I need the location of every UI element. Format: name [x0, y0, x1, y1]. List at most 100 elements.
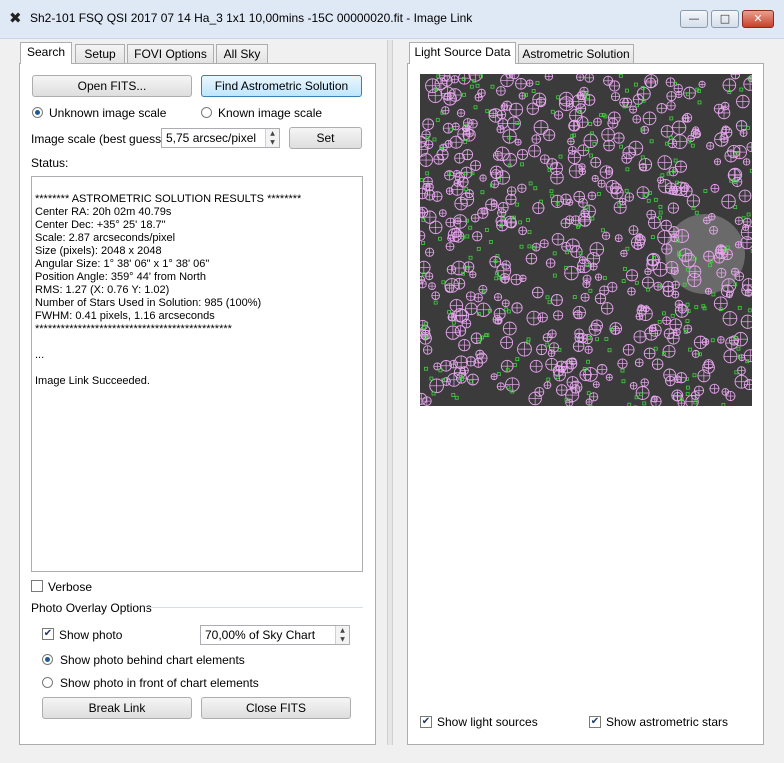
light-source-marker: [505, 193, 517, 205]
astrometric-star-marker: [685, 392, 690, 396]
close-fits-button[interactable]: Close FITS: [201, 697, 351, 719]
light-source-marker: [672, 392, 683, 402]
photo-front-radio[interactable]: [42, 677, 53, 688]
light-source-marker: [619, 97, 629, 108]
astrometric-star-marker: [468, 379, 473, 384]
astrometric-star-marker: [710, 338, 715, 343]
light-source-marker: [502, 321, 517, 336]
break-link-button[interactable]: Break Link: [42, 697, 192, 719]
light-source-marker: [545, 258, 556, 268]
light-source-marker: [550, 170, 564, 185]
light-source-marker: [594, 292, 607, 305]
light-source-marker: [529, 359, 543, 373]
tab-all-sky[interactable]: All Sky: [216, 44, 268, 64]
minimize-button[interactable]: —: [680, 10, 708, 28]
astrometric-star-marker: [545, 295, 550, 300]
light-source-marker: [438, 209, 447, 218]
light-source-marker: [702, 361, 715, 374]
unknown-scale-radio[interactable]: [32, 107, 43, 118]
astrometric-star-marker: [558, 154, 563, 159]
image-scale-input[interactable]: 5,75 arcsec/pixel ▲ ▼: [161, 128, 280, 148]
light-source-marker: [650, 395, 662, 406]
light-source-marker: [473, 357, 484, 368]
close-button[interactable]: ✕: [742, 10, 774, 28]
open-fits-button[interactable]: Open FITS...: [32, 75, 192, 97]
show-astrometric-stars-label: Show astrometric stars: [606, 715, 729, 729]
light-source-marker: [596, 364, 608, 375]
astrometric-star-marker: [526, 218, 530, 222]
status-line: Center RA: 20h 02m 40.79s: [35, 206, 172, 218]
astrometric-star-marker: [673, 158, 678, 163]
find-astrometric-solution-button[interactable]: Find Astrometric Solution: [201, 75, 362, 97]
light-source-marker: [605, 166, 614, 175]
light-source-marker: [477, 88, 486, 98]
light-source-marker: [610, 92, 621, 102]
light-source-marker: [452, 230, 465, 243]
verbose-checkbox[interactable]: [31, 580, 43, 592]
astrometric-star-marker: [585, 263, 590, 268]
astrometric-star-marker: [621, 379, 626, 384]
light-source-marker: [574, 328, 584, 339]
light-source-marker: [425, 247, 435, 257]
astrometric-star-marker: [595, 337, 600, 342]
tab-setup[interactable]: Setup: [75, 44, 125, 64]
astrometric-star-marker: [528, 181, 533, 186]
light-source-marker: [675, 229, 690, 243]
light-source-marker: [504, 215, 517, 229]
astrometric-star-marker: [476, 246, 481, 251]
light-source-marker: [570, 384, 581, 394]
light-source-marker: [664, 182, 677, 195]
photo-front-label: Show photo in front of chart elements: [60, 676, 259, 690]
astrometric-star-marker: [653, 346, 658, 351]
star-field-image[interactable]: [420, 74, 752, 406]
light-source-marker: [462, 149, 474, 161]
tab-astrometric-solution[interactable]: Astrometric Solution: [518, 44, 634, 64]
astrometric-star-marker: [527, 244, 532, 249]
light-source-marker: [420, 153, 433, 167]
light-source-marker: [741, 284, 752, 297]
light-source-marker: [423, 176, 433, 187]
light-source-marker: [629, 381, 638, 390]
light-source-marker: [618, 197, 627, 206]
tab-light-source-data[interactable]: Light Source Data: [409, 42, 516, 64]
light-source-marker: [465, 302, 478, 315]
tab-search[interactable]: Search: [20, 42, 72, 64]
light-source-marker: [575, 74, 585, 82]
known-scale-radio[interactable]: [201, 107, 212, 118]
light-source-marker: [564, 265, 579, 281]
light-source-marker: [517, 341, 532, 357]
light-source-marker: [496, 382, 505, 391]
light-source-marker: [500, 74, 514, 88]
light-source-marker: [742, 158, 751, 166]
opacity-spinner[interactable]: ▲ ▼: [335, 626, 349, 644]
tab-fovi-options[interactable]: FOVI Options: [127, 44, 214, 64]
show-light-sources-checkbox[interactable]: ✔: [420, 716, 432, 728]
maximize-button[interactable]: □: [711, 10, 739, 28]
opacity-input[interactable]: 70,00% of Sky Chart ▲ ▼: [200, 625, 350, 645]
photo-behind-radio[interactable]: [42, 654, 53, 665]
light-source-marker: [580, 292, 590, 302]
panel-splitter[interactable]: [387, 40, 393, 745]
astrometric-star-marker: [685, 319, 690, 323]
status-line: ...: [35, 349, 45, 361]
astrometric-star-marker: [618, 74, 623, 78]
light-source-marker: [617, 358, 628, 369]
astrometric-star-marker: [586, 359, 590, 364]
window-title: Sh2-101 FSQ QSI 2017 07 14 Ha_3 1x1 10,0…: [30, 11, 473, 25]
light-source-marker: [558, 365, 566, 373]
light-source-marker: [568, 163, 584, 179]
light-source-marker: [546, 158, 558, 170]
astrometric-star-marker: [441, 280, 446, 285]
light-source-marker: [532, 286, 544, 299]
astrometric-star-marker: [545, 342, 550, 347]
light-source-marker: [720, 284, 734, 298]
light-source-overlay: [420, 74, 752, 406]
light-source-marker: [663, 368, 676, 382]
image-scale-spinner[interactable]: ▲ ▼: [265, 129, 279, 147]
show-photo-checkbox[interactable]: ✔: [42, 628, 54, 640]
status-line: ****************************************…: [35, 323, 232, 335]
astrometric-star-marker: [711, 292, 716, 297]
show-astrometric-stars-checkbox[interactable]: ✔: [589, 716, 601, 728]
status-textbox[interactable]: ******** ASTROMETRIC SOLUTION RESULTS **…: [31, 176, 363, 572]
set-button[interactable]: Set: [289, 127, 362, 149]
